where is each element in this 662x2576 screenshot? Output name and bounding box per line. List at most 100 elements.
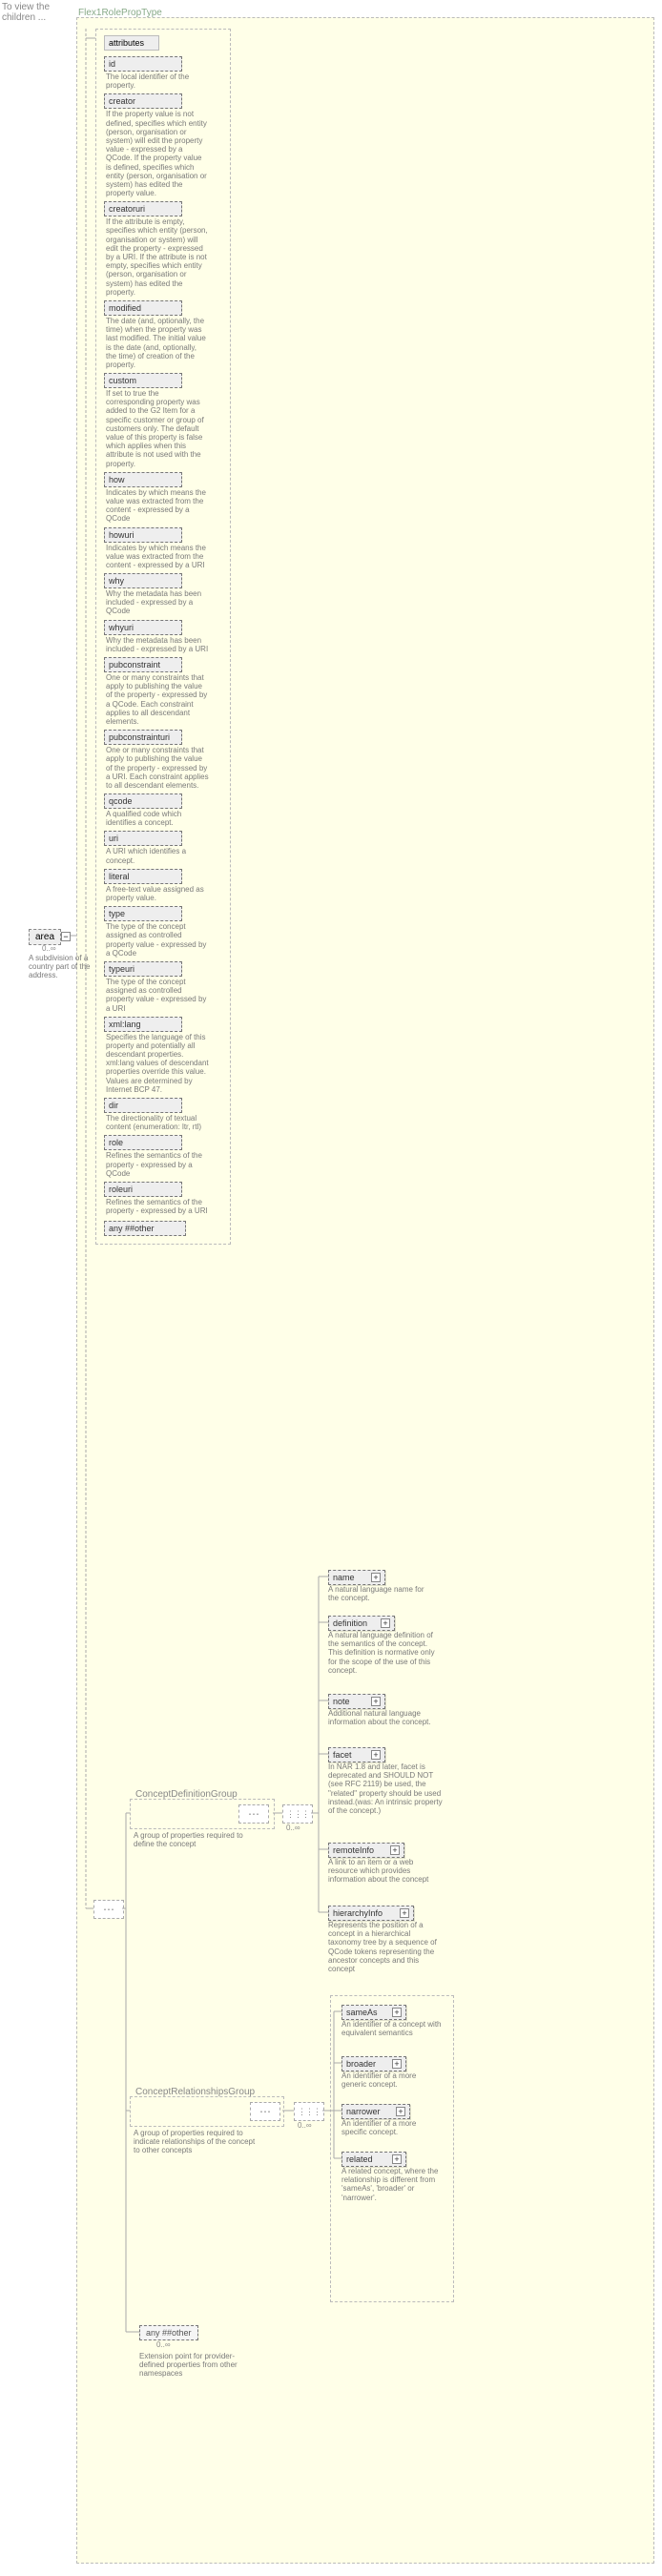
plus-icon[interactable]: +: [400, 1908, 409, 1918]
elem-facet-desc: In NAR 1.8 and later, facet is deprecate…: [328, 1762, 443, 1815]
relgroup-card: 0..∞: [298, 2121, 312, 2130]
plus-icon[interactable]: +: [371, 1697, 381, 1706]
concept-definition-group-desc: A group of properties required to define…: [134, 1831, 243, 1848]
source-element-area: area: [29, 929, 61, 945]
elem-note-label: note: [333, 1697, 350, 1706]
attr-desc-1: If the property value is not defined, sp…: [106, 110, 209, 197]
attr-creator: creator: [104, 93, 182, 109]
switch-relgroup: [294, 2102, 324, 2121]
source-card: 0..∞: [42, 944, 56, 953]
elem-broader-label: broader: [346, 2059, 376, 2069]
attr-id: id: [104, 56, 182, 72]
elem-note: note +: [328, 1694, 385, 1709]
elem-remoteinfo-desc: A link to an item or a web resource whic…: [328, 1858, 438, 1885]
attr-desc-13: A free-text value assigned as property v…: [106, 885, 209, 902]
attr-typeuri: typeuri: [104, 961, 182, 977]
attr-desc-15: The type of the concept assigned as cont…: [106, 978, 209, 1013]
concept-definition-group-title: ConceptDefinitionGroup: [135, 1789, 238, 1800]
elem-facet: facet +: [328, 1747, 385, 1762]
compositor-relgroup: [250, 2102, 280, 2121]
plus-icon[interactable]: +: [392, 2154, 402, 2164]
attr-pubconstraint: pubconstraint: [104, 657, 182, 672]
defgroup-card: 0..∞: [286, 1824, 300, 1832]
elem-name-label: name: [333, 1573, 355, 1582]
attr-xmllang: xml:lang: [104, 1017, 182, 1032]
attributes-panel: attributes idThe local identifier of the…: [95, 29, 231, 1245]
attr-desc-19: Refines the semantics of the property - …: [106, 1198, 209, 1215]
elem-definition-desc: A natural language definition of the sem…: [328, 1631, 438, 1675]
any-other-card: 0..∞: [156, 2340, 171, 2349]
elem-sameas: sameAs +: [341, 2005, 406, 2020]
attr-desc-17: The directionality of textual content (e…: [106, 1114, 209, 1131]
attr-type: type: [104, 906, 182, 921]
elem-related-label: related: [346, 2154, 373, 2164]
attr-qcode: qcode: [104, 793, 182, 809]
plus-icon[interactable]: +: [371, 1573, 381, 1582]
elem-note-desc: Additional natural language information …: [328, 1709, 433, 1726]
attributes-header: attributes: [104, 35, 159, 51]
attr-modified: modified: [104, 300, 182, 316]
attr-desc-16: Specifies the language of this property …: [106, 1033, 209, 1094]
elem-name: name +: [328, 1570, 385, 1585]
elem-hierarchyinfo-label: hierarchyInfo: [333, 1908, 383, 1918]
attr-dir: dir: [104, 1098, 182, 1113]
attr-desc-9: One or many constraints that apply to pu…: [106, 673, 209, 726]
any-other-desc: Extension point for provider-defined pro…: [139, 2352, 254, 2379]
minus-icon[interactable]: −: [61, 932, 71, 941]
attr-desc-5: Indicates by which means the value was e…: [106, 488, 209, 524]
attr-pubconstrainturi: pubconstrainturi: [104, 730, 182, 745]
attr-desc-18: Refines the semantics of the property - …: [106, 1151, 209, 1178]
tree-hint: To view the children ...: [2, 2, 78, 23]
attr-desc-0: The local identifier of the property.: [106, 72, 209, 90]
switch-defgroup: [282, 1804, 313, 1824]
elem-hierarchyinfo: hierarchyInfo +: [328, 1906, 414, 1921]
elem-facet-label: facet: [333, 1750, 352, 1760]
attr-why: why: [104, 573, 182, 588]
elem-sameas-label: sameAs: [346, 2008, 378, 2017]
relgroup-items-panel: [330, 1995, 454, 2302]
elem-broader-desc: An identifier of a more generic concept.: [341, 2071, 443, 2089]
elem-narrower-label: narrower: [346, 2107, 381, 2116]
elem-remoteinfo-label: remoteInfo: [333, 1845, 374, 1855]
compositor-main: [93, 1900, 124, 1919]
attr-desc-7: Why the metadata has been included - exp…: [106, 589, 209, 616]
any-other-element: any ##other: [139, 2325, 198, 2340]
elem-remoteinfo: remoteInfo +: [328, 1843, 404, 1858]
attr-custom: custom: [104, 373, 182, 388]
attr-whyuri: whyuri: [104, 620, 182, 635]
attr-literal: literal: [104, 869, 182, 884]
elem-broader: broader +: [341, 2056, 406, 2071]
elem-narrower: narrower +: [341, 2104, 410, 2119]
attr-roleuri: roleuri: [104, 1182, 182, 1197]
attr-desc-2: If the attribute is empty, specifies whi…: [106, 217, 209, 297]
plus-icon[interactable]: +: [381, 1618, 390, 1628]
elem-name-desc: A natural language name for the concept.: [328, 1585, 433, 1602]
plus-icon[interactable]: +: [392, 2008, 402, 2017]
elem-related: related +: [341, 2152, 406, 2167]
attr-uri: uri: [104, 831, 182, 846]
compositor-defgroup: [238, 1804, 269, 1824]
attr-desc-14: The type of the concept assigned as cont…: [106, 922, 209, 958]
elem-sameas-desc: An identifier of a concept with equivale…: [341, 2020, 443, 2037]
concept-relationships-group-title: ConceptRelationshipsGroup: [135, 2087, 255, 2097]
elem-hierarchyinfo-desc: Represents the position of a concept in …: [328, 1921, 443, 1973]
plus-icon[interactable]: +: [396, 2107, 405, 2116]
attr-desc-3: The date (and, optionally, the time) whe…: [106, 317, 209, 369]
attr-desc-8: Why the metadata has been included - exp…: [106, 636, 209, 653]
attr-desc-10: One or many constraints that apply to pu…: [106, 746, 209, 790]
attr-desc-12: A URI which identifies a concept.: [106, 847, 209, 864]
attr-desc-6: Indicates by which means the value was e…: [106, 544, 209, 570]
concept-relationships-group-desc: A group of properties required to indica…: [134, 2129, 258, 2155]
plus-icon[interactable]: +: [371, 1750, 381, 1760]
plus-icon[interactable]: +: [390, 1845, 400, 1855]
elem-related-desc: A related concept, where the relationshi…: [341, 2167, 448, 2202]
attr-howuri: howuri: [104, 527, 182, 543]
plus-icon[interactable]: +: [392, 2059, 402, 2069]
elem-definition-label: definition: [333, 1618, 367, 1628]
attr-desc-4: If set to true the corresponding propert…: [106, 389, 209, 468]
attr-how: how: [104, 472, 182, 487]
elem-definition: definition +: [328, 1616, 395, 1631]
elem-narrower-desc: An identifier of a more specific concept…: [341, 2119, 443, 2136]
attr-creatoruri: creatoruri: [104, 201, 182, 216]
attr-role: role: [104, 1135, 182, 1150]
